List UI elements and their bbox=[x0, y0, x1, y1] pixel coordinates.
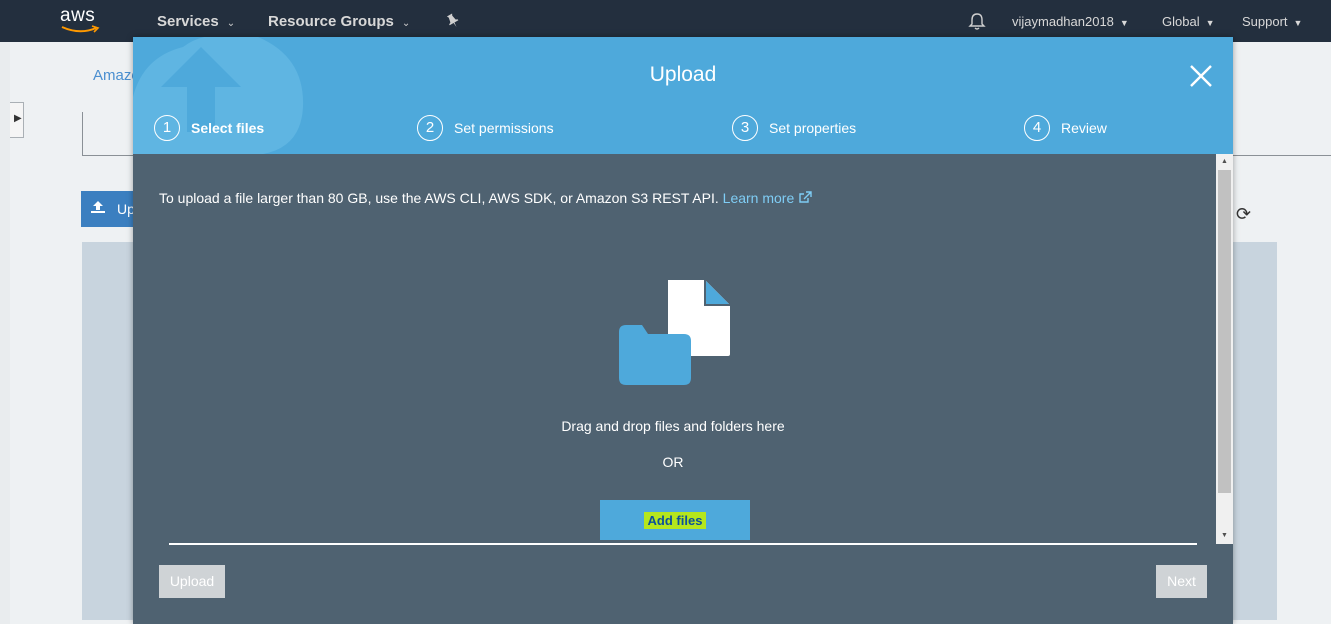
scrollbar-thumb[interactable] bbox=[1218, 170, 1231, 493]
drop-instructions: Drag and drop files and folders here bbox=[561, 418, 785, 434]
or-separator: OR bbox=[662, 454, 684, 470]
support-label: Support bbox=[1242, 14, 1288, 29]
services-label: Services bbox=[157, 13, 219, 30]
top-navigation-bar: aws Services ⌄ Resource Groups ⌄ vijaymadh… bbox=[0, 0, 1331, 42]
upload-modal: Upload 1 Select files 2 Set permissions … bbox=[133, 37, 1233, 624]
aws-smile-icon bbox=[61, 25, 100, 33]
services-menu[interactable]: Services ⌄ bbox=[157, 13, 235, 32]
tab-border bbox=[82, 112, 83, 156]
step-label: Select files bbox=[191, 120, 265, 136]
refresh-icon[interactable]: ⟳ bbox=[1236, 204, 1251, 225]
step-label: Review bbox=[1061, 120, 1107, 136]
bell-icon[interactable] bbox=[968, 12, 986, 36]
chevron-right-icon: ▶ bbox=[14, 113, 22, 124]
region-menu[interactable]: Global ▼ bbox=[1162, 14, 1215, 31]
scroll-up-arrow-icon[interactable]: ▲ bbox=[1216, 154, 1233, 170]
username-label: vijaymadhan2018 bbox=[1012, 14, 1114, 29]
resource-groups-label: Resource Groups bbox=[268, 13, 394, 30]
background-upload-button[interactable]: Up bbox=[81, 191, 141, 227]
resource-groups-menu[interactable]: Resource Groups ⌄ bbox=[268, 13, 410, 32]
next-button[interactable]: Next bbox=[1156, 565, 1207, 598]
upload-icon bbox=[90, 199, 106, 218]
external-link-icon bbox=[799, 191, 812, 203]
learn-more-link[interactable]: Learn more bbox=[723, 190, 812, 206]
step-number: 2 bbox=[417, 115, 443, 141]
aws-logo[interactable]: aws bbox=[60, 6, 102, 36]
chevron-down-icon: ▼ bbox=[1205, 18, 1215, 28]
aws-logo-text: aws bbox=[60, 5, 96, 26]
modal-title: Upload bbox=[649, 63, 717, 86]
upload-button[interactable]: Upload bbox=[159, 565, 225, 598]
size-notice-text: To upload a file larger than 80 GB, use … bbox=[159, 190, 719, 206]
sidebar-toggle[interactable]: ▶ bbox=[10, 102, 24, 138]
add-files-button[interactable]: Add files bbox=[600, 500, 750, 540]
file-folder-icon bbox=[619, 280, 730, 385]
learn-more-label: Learn more bbox=[722, 190, 795, 206]
drop-zone[interactable]: To upload a file larger than 80 GB, use … bbox=[133, 154, 1233, 545]
chevron-down-icon: ▼ bbox=[1119, 18, 1129, 28]
size-notice: To upload a file larger than 80 GB, use … bbox=[159, 190, 812, 206]
step-number: 4 bbox=[1024, 115, 1050, 141]
vertical-scrollbar[interactable]: ▲ ▼ bbox=[1216, 154, 1233, 544]
footer-divider bbox=[169, 543, 1197, 545]
add-files-label: Add files bbox=[643, 512, 707, 529]
chevron-down-icon: ⌄ bbox=[401, 18, 411, 29]
step-label: Set properties bbox=[769, 120, 857, 136]
scroll-down-arrow-icon[interactable]: ▼ bbox=[1216, 528, 1233, 544]
support-menu[interactable]: Support ▼ bbox=[1242, 14, 1302, 31]
chevron-down-icon: ▼ bbox=[1293, 18, 1303, 28]
step-number: 3 bbox=[732, 115, 758, 141]
account-menu[interactable]: vijaymadhan2018 ▼ bbox=[1012, 14, 1129, 31]
region-label: Global bbox=[1162, 14, 1200, 29]
modal-header: Upload 1 Select files 2 Set permissions … bbox=[133, 37, 1233, 154]
chevron-down-icon: ⌄ bbox=[226, 18, 236, 29]
step-number: 1 bbox=[154, 115, 180, 141]
pin-icon[interactable] bbox=[446, 13, 460, 34]
step-label: Set permissions bbox=[454, 120, 554, 136]
close-icon[interactable] bbox=[1189, 64, 1213, 88]
